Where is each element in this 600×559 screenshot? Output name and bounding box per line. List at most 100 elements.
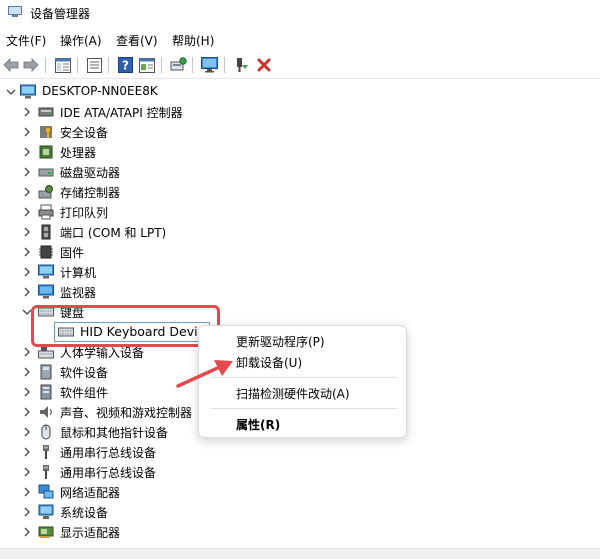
menu-item-update-driver[interactable]: 更新驱动程序(P) <box>236 333 325 350</box>
chevron-right-icon[interactable] <box>22 507 32 517</box>
tree-item-label: 鼠标和其他指针设备 <box>60 426 169 440</box>
chevron-right-icon[interactable] <box>22 527 32 537</box>
tree-category-item[interactable]: 打印队列 <box>0 202 600 222</box>
tree-category-item[interactable]: 通用串行总线设备 <box>0 462 600 482</box>
tree-category-item[interactable]: IDE ATA/ATAPI 控制器 <box>0 102 600 122</box>
device-manager-icon <box>8 6 22 17</box>
scan-hardware-button[interactable] <box>169 56 187 74</box>
help-button[interactable]: ? <box>116 56 134 74</box>
properties-sheet-icon <box>55 57 71 73</box>
menu-file[interactable]: 文件(F) <box>6 32 46 49</box>
chevron-right-icon[interactable] <box>22 247 32 257</box>
system-device-icon <box>38 504 54 519</box>
chevron-right-icon[interactable] <box>22 107 32 117</box>
scan-hardware-icon <box>170 57 187 71</box>
port-icon <box>41 224 51 240</box>
chevron-right-icon[interactable] <box>22 207 32 217</box>
keyboard-icon <box>58 327 74 337</box>
chevron-right-icon[interactable] <box>22 347 32 357</box>
mouse-icon <box>41 424 51 440</box>
tree-category-item[interactable]: 键盘 <box>0 302 600 322</box>
tree-item-label: 监视器 <box>60 286 97 300</box>
chevron-right-icon[interactable] <box>22 467 32 477</box>
tree-category-item[interactable]: 安全设备 <box>0 122 600 142</box>
menu-item-properties[interactable]: 属性(R) <box>236 416 280 433</box>
properties-sheet-button[interactable] <box>54 56 72 74</box>
forward-button[interactable] <box>22 56 40 74</box>
chevron-right-icon[interactable] <box>22 227 32 237</box>
tree-item-label: 软件设备 <box>60 366 109 380</box>
chevron-right-icon[interactable] <box>22 187 32 197</box>
chevron-right-icon[interactable] <box>22 487 32 497</box>
chevron-right-icon[interactable] <box>22 267 32 277</box>
chevron-down-icon[interactable] <box>22 307 32 317</box>
chevron-right-icon[interactable] <box>22 127 32 137</box>
menu-item-uninstall-device[interactable]: 卸载设备(U) <box>236 354 302 371</box>
monitor-button[interactable] <box>200 56 218 74</box>
tree-category-item[interactable]: 监视器 <box>0 282 600 302</box>
menu-item-scan-hardware[interactable]: 扫描检测硬件改动(A) <box>236 385 350 402</box>
tree-category-item[interactable]: 端口 (COM 和 LPT) <box>0 222 600 242</box>
console-button[interactable] <box>85 56 103 74</box>
tree-category-item[interactable]: 显示适配器 <box>0 522 600 542</box>
monitor-icon <box>38 284 54 299</box>
uninstall-device-button[interactable] <box>255 56 273 74</box>
tree-category-item[interactable]: 网络适配器 <box>0 482 600 502</box>
tree-root[interactable]: DESKTOP-NN0EE8K <box>0 82 600 102</box>
horizontal-scrollbar[interactable] <box>0 548 600 559</box>
usb-icon <box>43 465 49 479</box>
firmware-icon <box>39 245 53 259</box>
tree-category-item[interactable]: 计算机 <box>0 262 600 282</box>
tree-item-label: 固件 <box>60 246 85 260</box>
tree-item-label: 网络适配器 <box>60 486 121 500</box>
chevron-right-icon[interactable] <box>22 287 32 297</box>
toolbar-separator <box>77 57 78 73</box>
chevron-right-icon[interactable] <box>22 427 32 437</box>
enable-device-button[interactable] <box>232 56 250 74</box>
usb-icon <box>43 445 49 459</box>
tree-item-label: 通用串行总线设备 <box>60 466 157 480</box>
view-button[interactable] <box>138 56 156 74</box>
chevron-right-icon[interactable] <box>22 407 32 417</box>
tree-category-item[interactable]: 固件 <box>0 242 600 262</box>
tree-category-item[interactable]: 系统设备 <box>0 502 600 522</box>
tree-item-label: 处理器 <box>60 146 97 160</box>
tree-category-item[interactable]: 处理器 <box>0 142 600 162</box>
toolbar-separator <box>161 57 162 73</box>
tree-item-label: 安全设备 <box>60 126 109 140</box>
tree-category-item[interactable]: 存储控制器 <box>0 182 600 202</box>
tree-item-label: 通用串行总线设备 <box>60 446 157 460</box>
security-key-icon <box>40 126 52 138</box>
disk-drive-icon <box>38 168 54 177</box>
chevron-right-icon[interactable] <box>22 147 32 157</box>
help-icon: ? <box>117 57 133 73</box>
toolbar-separator <box>224 57 225 73</box>
device-tree: DESKTOP-NN0EE8K IDE ATA/ATAPI 控制器安全设备处理器… <box>0 82 600 548</box>
forward-arrow-icon <box>23 58 39 72</box>
software-component-icon <box>40 384 52 400</box>
tree-category-item[interactable]: 通用串行总线设备 <box>0 442 600 462</box>
tree-item-label: 人体学输入设备 <box>60 346 145 360</box>
menu-separator <box>211 377 397 378</box>
chevron-down-icon[interactable] <box>6 87 16 97</box>
tree-item-label: 存储控制器 <box>60 186 121 200</box>
tree-category-item[interactable]: 磁盘驱动器 <box>0 162 600 182</box>
svg-text:?: ? <box>122 59 129 73</box>
tree-item-label: 键盘 <box>60 306 85 320</box>
chevron-right-icon[interactable] <box>22 167 32 177</box>
software-device-icon <box>40 364 52 380</box>
toolbar: ? <box>0 52 600 79</box>
display-adapter-icon <box>38 526 54 538</box>
menu-view[interactable]: 查看(V) <box>116 32 158 49</box>
window-title: 设备管理器 <box>30 7 91 21</box>
chevron-right-icon[interactable] <box>22 387 32 397</box>
back-button[interactable] <box>2 56 20 74</box>
tree-root-label: DESKTOP-NN0EE8K <box>42 84 158 98</box>
chevron-right-icon[interactable] <box>22 367 32 377</box>
chevron-right-icon[interactable] <box>22 447 32 457</box>
monitor-icon <box>200 57 218 73</box>
toolbar-separator <box>192 57 193 73</box>
computer-icon <box>38 264 54 279</box>
menu-help[interactable]: 帮助(H) <box>172 32 214 49</box>
menu-action[interactable]: 操作(A) <box>60 32 102 49</box>
